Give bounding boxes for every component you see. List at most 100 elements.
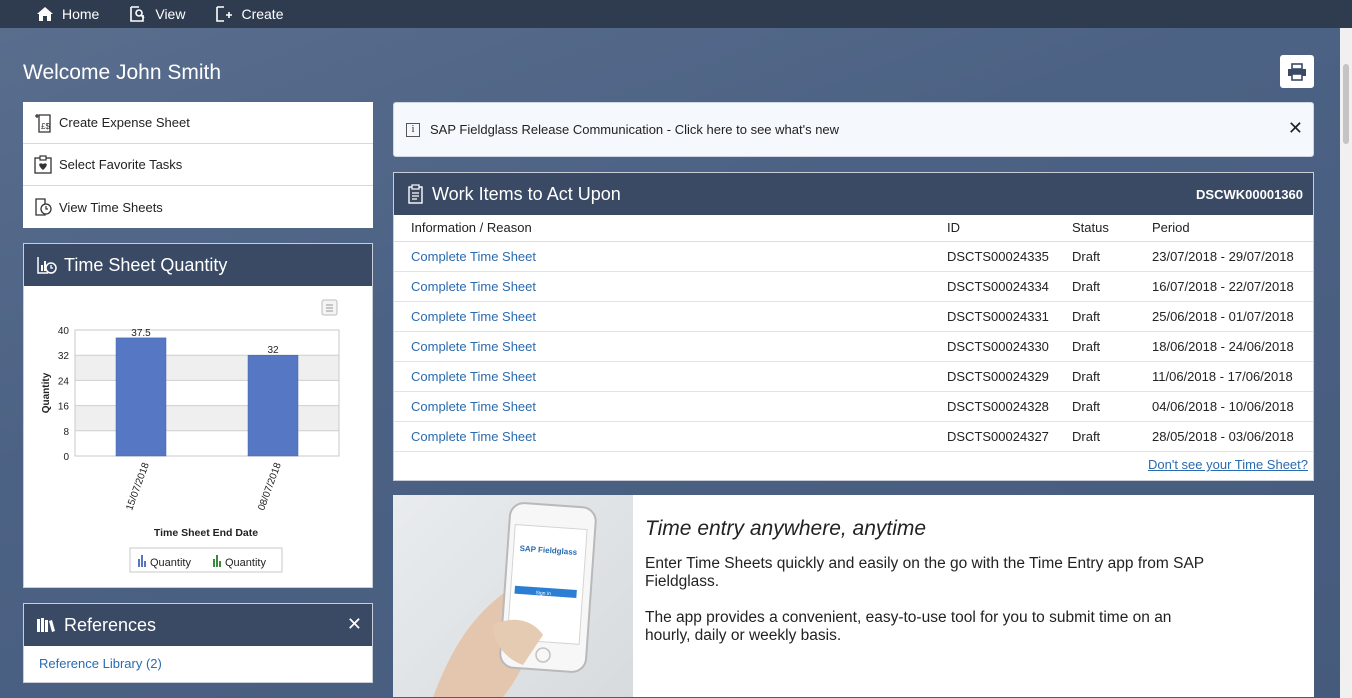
- favorite-tasks-icon: [34, 154, 52, 174]
- col-information-reason[interactable]: Information / Reason: [394, 215, 930, 242]
- table-row: Complete Time Sheet DSCTS00024335 Draft 23/…: [394, 241, 1313, 272]
- time-sheet-quantity-header: Time Sheet Quantity: [24, 244, 372, 286]
- svg-text:£$: £$: [41, 122, 50, 131]
- row-id: DSCTS00024327: [930, 421, 1055, 452]
- time-sheet-quantity-chart: 0 8 16 24 32 40 37.5 15/07/2018 32 08/07/2018 Quan…: [41, 299, 340, 573]
- plot-area-border: [74, 329, 340, 457]
- x-tick-label: 15/07/2018: [124, 461, 152, 512]
- page-scrollbar[interactable]: [1340, 28, 1352, 698]
- complete-time-sheet-link[interactable]: Complete Time Sheet: [411, 339, 536, 354]
- legend-icon-bar: [144, 561, 146, 567]
- col-period[interactable]: Period: [1135, 215, 1313, 242]
- row-period: 04/06/2018 - 10/06/2018: [1135, 391, 1313, 422]
- table-row: Complete Time Sheet DSCTS00024329 Draft 11/…: [394, 361, 1313, 392]
- y-tick-label: 16: [58, 402, 70, 413]
- row-period: 18/06/2018 - 24/06/2018: [1135, 331, 1313, 362]
- release-close-button[interactable]: ✕: [1288, 118, 1303, 139]
- welcome-heading: Welcome John Smith: [23, 61, 222, 84]
- bar: [115, 337, 167, 457]
- work-items-id: DSCWK00001360: [1196, 186, 1303, 202]
- reference-library-link[interactable]: Reference Library (2): [24, 646, 372, 681]
- release-communication-banner[interactable]: i SAP Fieldglass Release Communication -…: [393, 102, 1314, 157]
- legend-icon-bar: [141, 555, 143, 567]
- phone-in-hand-image: SAP Fieldglass Sign in: [393, 495, 633, 697]
- row-period: 23/07/2018 - 29/07/2018: [1135, 241, 1313, 272]
- complete-time-sheet-link[interactable]: Complete Time Sheet: [411, 369, 536, 384]
- time-sheets-icon: [35, 198, 52, 216]
- print-button[interactable]: [1280, 55, 1314, 88]
- table-row: Complete Time Sheet DSCTS00024334 Draft 16/…: [394, 271, 1313, 302]
- nav-create[interactable]: Create: [215, 6, 283, 22]
- row-id: DSCTS00024334: [930, 271, 1055, 302]
- view-time-sheets-link[interactable]: View Time Sheets: [23, 186, 373, 228]
- create-icon: [216, 6, 233, 22]
- dont-see-time-sheet-link[interactable]: Don't see your Time Sheet?: [1148, 457, 1308, 472]
- row-status: Draft: [1055, 331, 1135, 362]
- x-axis-title: Time Sheet End Date: [154, 527, 258, 539]
- complete-time-sheet-link[interactable]: Complete Time Sheet: [411, 249, 536, 264]
- references-title: References: [64, 614, 157, 635]
- references-panel: References ✕ Reference Library (2): [23, 603, 373, 683]
- row-status: Draft: [1055, 241, 1135, 272]
- bar: [247, 354, 299, 457]
- legend-icon-bar: [138, 559, 140, 567]
- release-communication-text[interactable]: SAP Fieldglass Release Communication - C…: [430, 122, 839, 137]
- nav-home[interactable]: Home: [36, 6, 99, 22]
- y-axis-title: Quantity: [41, 372, 52, 413]
- quick-links-panel: £$ Create Expense Sheet Select Favorite …: [23, 102, 373, 228]
- legend-icon-bar: [219, 561, 221, 567]
- bar-data-label: 32: [267, 345, 279, 356]
- grid-band: [75, 355, 339, 381]
- table-row: Complete Time Sheet DSCTS00024327 Draft 28/…: [394, 421, 1313, 452]
- row-id: DSCTS00024330: [930, 331, 1055, 362]
- nav-create-label: Create: [241, 6, 284, 22]
- work-items-header: Work Items to Act Upon DSCWK00001360: [394, 173, 1313, 215]
- home-icon: [37, 7, 53, 21]
- time-sheet-quantity-title: Time Sheet Quantity: [64, 254, 228, 275]
- promo-paragraph-2: The app provides a convenient, easy-to-u…: [645, 609, 1172, 644]
- work-items-title: Work Items to Act Upon: [432, 183, 621, 204]
- select-favorite-tasks-label: Select Favorite Tasks: [59, 157, 183, 172]
- row-id: DSCTS00024331: [930, 301, 1055, 332]
- chart-icon: [37, 257, 57, 274]
- row-status: Draft: [1055, 391, 1135, 422]
- create-expense-sheet-link[interactable]: £$ Create Expense Sheet: [23, 102, 373, 144]
- complete-time-sheet-link[interactable]: Complete Time Sheet: [411, 279, 536, 294]
- complete-time-sheet-link[interactable]: Complete Time Sheet: [411, 309, 536, 324]
- select-favorite-tasks-link[interactable]: Select Favorite Tasks: [23, 144, 373, 186]
- printer-icon: [1288, 62, 1306, 81]
- scrollbar-thumb[interactable]: [1343, 64, 1349, 144]
- promo-paragraph-1: Enter Time Sheets quickly and easily on …: [645, 555, 1204, 590]
- y-tick-label: 0: [63, 452, 69, 463]
- references-header: References: [24, 604, 372, 646]
- table-row: Complete Time Sheet DSCTS00024331 Draft 25/…: [394, 301, 1313, 332]
- row-period: 16/07/2018 - 22/07/2018: [1135, 271, 1313, 302]
- phone-sign-in-text: Sign in: [535, 590, 551, 597]
- legend-icon-bar: [216, 555, 218, 567]
- nav-view[interactable]: View: [129, 6, 185, 22]
- references-close-button[interactable]: ✕: [347, 614, 362, 635]
- col-id[interactable]: ID: [930, 215, 1055, 242]
- grid-band: [75, 405, 339, 431]
- row-status: Draft: [1055, 271, 1135, 302]
- row-status: Draft: [1055, 301, 1135, 332]
- promo-title: Time entry anywhere, anytime: [645, 517, 927, 540]
- expense-sheet-icon: £$: [35, 113, 51, 133]
- row-period: 25/06/2018 - 01/07/2018: [1135, 301, 1313, 332]
- create-expense-sheet-label: Create Expense Sheet: [59, 115, 190, 130]
- row-id: DSCTS00024329: [930, 361, 1055, 392]
- row-status: Draft: [1055, 421, 1135, 452]
- work-items-table: Information / Reason ID Status Period Co…: [394, 215, 1313, 452]
- nav-home-label: Home: [62, 6, 100, 22]
- legend-entry: Quantity: [225, 557, 266, 569]
- y-tick-label: 40: [58, 326, 70, 337]
- col-status[interactable]: Status: [1055, 215, 1135, 242]
- clipboard-icon: [408, 184, 423, 204]
- y-tick-label: 24: [58, 376, 70, 387]
- row-period: 11/06/2018 - 17/06/2018: [1135, 361, 1313, 392]
- legend-icon-bar: [213, 559, 215, 567]
- row-id: DSCTS00024335: [930, 241, 1055, 272]
- complete-time-sheet-link[interactable]: Complete Time Sheet: [411, 429, 536, 444]
- top-nav-bar: Home View Create: [0, 0, 1352, 28]
- complete-time-sheet-link[interactable]: Complete Time Sheet: [411, 399, 536, 414]
